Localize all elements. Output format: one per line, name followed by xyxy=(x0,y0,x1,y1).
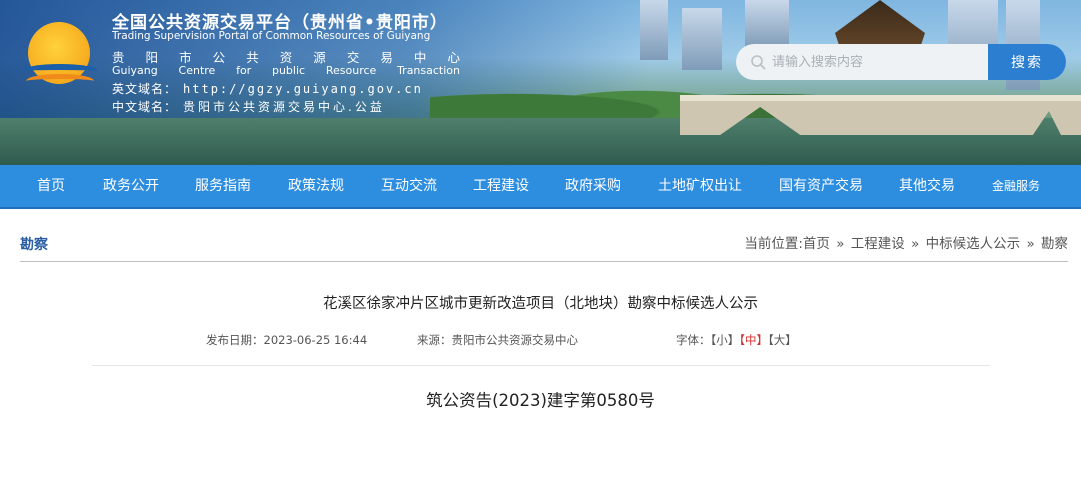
article-title: 花溪区徐家冲片区城市更新改造项目（北地块）勘察中标候选人公示 xyxy=(323,296,758,312)
nav-item-land-mining[interactable]: 土地矿权出让 xyxy=(658,165,742,207)
source-label: 来源： xyxy=(417,333,452,347)
nav-item-interaction[interactable]: 互动交流 xyxy=(381,165,437,207)
nav-item-procurement[interactable]: 政府采购 xyxy=(565,165,621,207)
centre-name-en-word: Centre xyxy=(178,64,216,77)
search-button[interactable]: 搜索 xyxy=(988,44,1066,80)
banner-building xyxy=(682,8,722,70)
nav-item-state-assets[interactable]: 国有资产交易 xyxy=(779,165,863,207)
header-banner: 全国公共资源交易平台（贵州省•贵阳市） Trading Supervision … xyxy=(0,0,1081,165)
breadcrumb-separator: » xyxy=(836,236,845,252)
search-box: 搜索 xyxy=(736,44,1066,80)
nav-item-other-trades[interactable]: 其他交易 xyxy=(899,165,955,207)
breadcrumb-home[interactable]: 首页 xyxy=(803,236,830,252)
logo-wave-icon xyxy=(26,74,94,88)
heading-divider xyxy=(20,261,1068,262)
breadcrumb-separator: » xyxy=(1026,236,1035,252)
search-icon xyxy=(751,55,766,70)
font-size-large-button[interactable]: 【大】 xyxy=(768,333,797,347)
centre-name-en-word: Resource xyxy=(325,64,377,77)
main-nav: 首页 政务公开 服务指南 政策法规 互动交流 工程建设 政府采购 土地矿权出让 … xyxy=(0,165,1081,209)
nav-item-construction[interactable]: 工程建设 xyxy=(473,165,529,207)
breadcrumb-construction[interactable]: 工程建设 xyxy=(851,236,905,252)
nav-item-service-guide[interactable]: 服务指南 xyxy=(195,165,251,207)
banner-building xyxy=(640,0,668,60)
breadcrumb-separator: » xyxy=(911,236,920,252)
centre-name-en-word: public xyxy=(271,64,306,77)
font-size-label: 字体： xyxy=(676,333,711,347)
domain-en-value: http://ggzy.guiyang.gov.cn xyxy=(183,82,423,96)
meta-divider xyxy=(92,365,990,366)
centre-name-en: Guiyang Centre for public Resource Transactio… xyxy=(112,64,460,77)
nav-item-policies[interactable]: 政策法规 xyxy=(288,165,344,207)
breadcrumb-prefix: 当前位置: xyxy=(744,236,803,252)
publish-date-value: 2023-06-25 16:44 xyxy=(263,333,368,347)
font-size-small-button[interactable]: 【小】 xyxy=(711,333,740,347)
nav-item-government-affairs[interactable]: 政务公开 xyxy=(103,165,159,207)
nav-item-home[interactable]: 首页 xyxy=(37,165,65,207)
font-size-medium-button[interactable]: 【中】 xyxy=(739,333,768,347)
centre-name-en-word: Transaction xyxy=(397,64,460,77)
search-input[interactable] xyxy=(770,44,988,80)
publish-date-label: 发布日期： xyxy=(206,333,264,347)
domain-zh-value: 贵阳市公共资源交易中心.公益 xyxy=(183,100,385,114)
section-heading: 勘察 xyxy=(20,237,48,253)
portal-subtitle: Trading Supervision Portal of Common Res… xyxy=(112,30,431,42)
font-size-controls: 字体：【小】【中】【大】 xyxy=(676,332,797,348)
domain-zh: 中文域名： 贵阳市公共资源交易中心.公益 xyxy=(112,98,385,115)
nav-item-finance[interactable]: 金融服务 xyxy=(992,165,1040,207)
article-source: 来源：贵阳市公共资源交易中心 xyxy=(417,332,578,348)
domain-en-label: 英文域名： xyxy=(112,82,178,96)
site-logo[interactable] xyxy=(22,22,98,92)
breadcrumb: 当前位置:首页 » 工程建设 » 中标候选人公示 » 勘察 xyxy=(744,232,1068,252)
publish-date: 发布日期：2023-06-25 16:44 xyxy=(206,332,367,348)
breadcrumb-survey[interactable]: 勘察 xyxy=(1041,236,1068,252)
domain-en: 英文域名： http://ggzy.guiyang.gov.cn xyxy=(112,80,423,97)
centre-name-en-word: Guiyang xyxy=(112,64,158,77)
centre-name-en-word: for xyxy=(236,64,252,77)
document-number: 筑公资告(2023)建字第0580号 xyxy=(426,391,655,410)
banner-building xyxy=(745,0,789,48)
breadcrumb-winning-candidates[interactable]: 中标候选人公示 xyxy=(926,236,1021,252)
source-value: 贵阳市公共资源交易中心 xyxy=(451,333,579,347)
domain-zh-label: 中文域名： xyxy=(112,100,178,114)
